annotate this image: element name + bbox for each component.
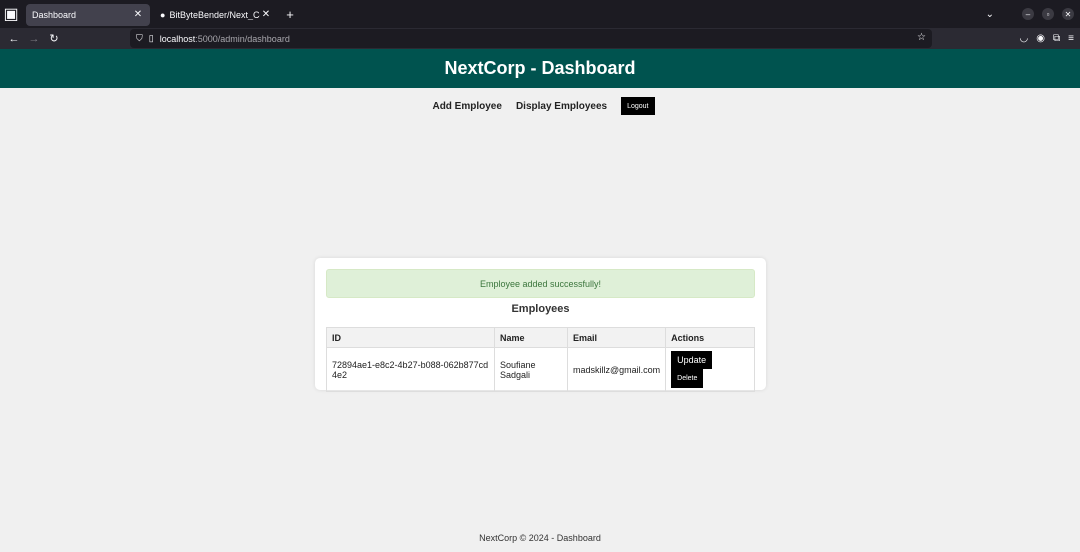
close-window-button[interactable]: ✕	[1062, 8, 1074, 20]
employees-heading: Employees	[511, 303, 570, 315]
update-button[interactable]: Update	[671, 351, 713, 369]
table-row: 72894ae1-e8c2-4b27-b088-062b877cd4e2 Sou…	[326, 347, 755, 392]
employees-table: ID Name Email Actions 72894ae1-e8c2-4b27…	[326, 327, 755, 392]
url-path: :5000/admin/dashboard	[195, 33, 290, 44]
page-header: NextCorp - Dashboard	[0, 49, 1080, 88]
employee-actions: UpdateDelete	[665, 347, 755, 392]
url-host: localhost	[159, 33, 196, 44]
employee-email: madskillz@gmail.com	[566, 347, 667, 392]
success-alert: Employee added successfully!	[326, 269, 755, 298]
add-employee-link[interactable]: Add Employee	[432, 101, 501, 112]
table-header-row: ID Name Email Actions	[326, 327, 755, 348]
window-controls: – ▫ ✕	[1022, 0, 1074, 28]
browser-tab-github[interactable]: ● BitByteBender/Next_Corp ✕	[154, 4, 278, 26]
tab-title: Dashboard	[32, 9, 77, 20]
tab-title: BitByteBender/Next_Corp	[169, 9, 260, 20]
display-employees-link[interactable]: Display Employees	[516, 101, 607, 112]
column-header-name: Name	[494, 327, 568, 348]
page-title: NextCorp - Dashboard	[444, 58, 636, 78]
column-header-id: ID	[326, 327, 495, 348]
employees-card: Employee added successfully! Employees I…	[315, 258, 766, 392]
close-icon[interactable]: ✕	[260, 9, 272, 20]
reload-button[interactable]: ↻	[44, 29, 64, 49]
account-icon[interactable]: ◉	[1036, 33, 1045, 44]
delete-button[interactable]: Delete	[671, 369, 704, 388]
shield-icon[interactable]: ⛉	[136, 33, 143, 44]
column-header-email: Email	[566, 327, 667, 348]
browser-tab-dashboard[interactable]: Dashboard ✕	[26, 3, 150, 26]
restore-button[interactable]: ▫	[1042, 8, 1054, 20]
employee-id: 72894ae1-e8c2-4b27-b088-062b877cd4e2	[326, 347, 495, 392]
chevron-down-icon[interactable]: ⌄	[986, 0, 994, 28]
page-footer: NextCorp © 2024 - Dashboard	[479, 533, 601, 543]
new-tab-button[interactable]: +	[280, 7, 300, 22]
column-header-actions: Actions	[665, 327, 755, 348]
menu-icon[interactable]: ≡	[1068, 33, 1074, 44]
browser-navigation-bar: ← → ↻ ⛉ ▯ localhost:5000/admin/dashboard…	[0, 28, 1080, 49]
minimize-button[interactable]: –	[1022, 8, 1034, 20]
tab-list-icon[interactable]: ▣	[0, 0, 22, 28]
address-bar[interactable]: ⛉ ▯ localhost:5000/admin/dashboard	[130, 29, 932, 48]
extensions-icon[interactable]: ⧉	[1053, 33, 1060, 44]
browser-tab-bar: ▣ Dashboard ✕ ● BitByteBender/Next_Corp …	[0, 0, 1080, 28]
page-info-icon[interactable]: ▯	[149, 33, 154, 44]
bookmark-star-icon[interactable]: ☆	[917, 32, 926, 43]
forward-button[interactable]: →	[24, 29, 44, 49]
close-icon[interactable]: ✕	[132, 9, 144, 20]
logout-button[interactable]: Logout	[621, 97, 655, 115]
employee-name: Soufiane Sadgali	[494, 347, 568, 392]
main-menu: Add Employee Display Employees Logout	[0, 97, 1080, 115]
pocket-icon[interactable]: ◡	[1020, 33, 1029, 44]
github-icon: ●	[160, 9, 166, 20]
back-button[interactable]: ←	[4, 29, 24, 49]
